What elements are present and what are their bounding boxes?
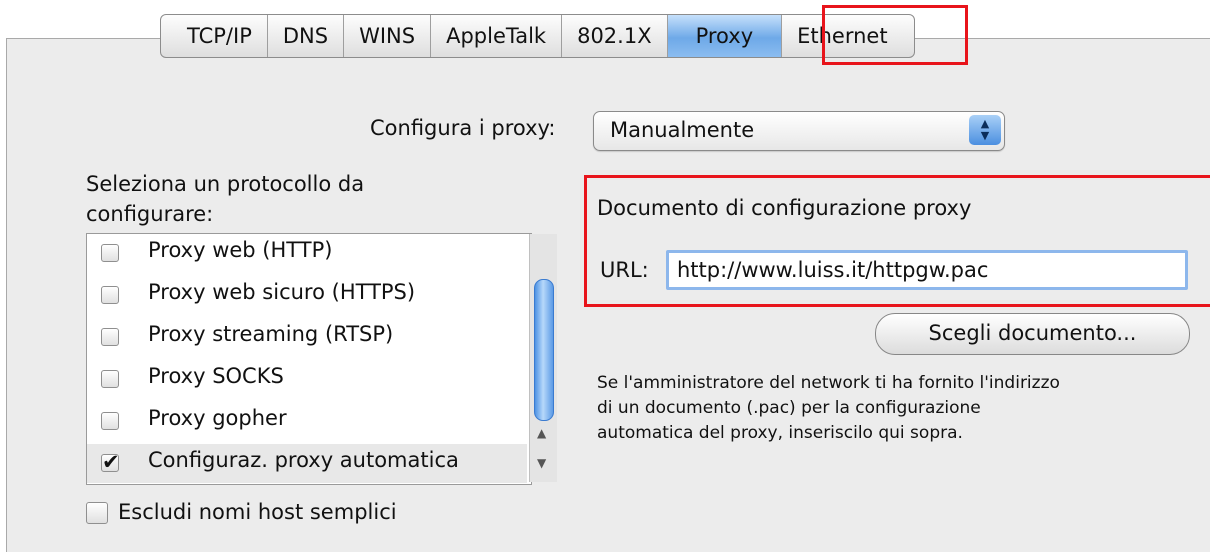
protocol-label: Proxy SOCKS (148, 364, 284, 388)
tab-dns[interactable]: DNS (266, 15, 343, 57)
protocol-list-scrollbar[interactable]: ▲ ▼ (529, 234, 557, 482)
protocol-label: Proxy web sicuro (HTTPS) (148, 280, 416, 304)
protocol-item-socks[interactable]: Proxy SOCKS (87, 360, 527, 399)
protocol-label: Proxy web (HTTP) (148, 238, 333, 262)
updown-arrows-icon: ▲ ▼ (969, 115, 1001, 145)
checkbox[interactable] (101, 328, 119, 346)
tab-tcpip[interactable]: TCP/IP (161, 15, 267, 57)
url-label: URL: (600, 258, 649, 282)
checkbox-checked[interactable]: ✔ (101, 452, 120, 473)
protocol-label: Proxy gopher (148, 406, 287, 430)
help-text-line: Se l'amministratore del network ti ha fo… (597, 373, 1060, 393)
configure-proxies-value: Manualmente (610, 118, 755, 142)
protocol-item-rtsp[interactable]: Proxy streaming (RTSP) (87, 318, 527, 357)
checkbox[interactable] (101, 244, 119, 262)
tab-appletalk[interactable]: AppleTalk (430, 15, 561, 57)
configure-proxies-label: Configura i proxy: (370, 116, 556, 140)
protocol-item-http[interactable]: Proxy web (HTTP) (87, 234, 527, 273)
protocol-heading-line1: Seleziona un protocollo da (86, 172, 365, 196)
protocol-heading-line2: configurare: (86, 202, 214, 226)
protocol-item-https[interactable]: Proxy web sicuro (HTTPS) (87, 276, 527, 315)
tab-8021x[interactable]: 802.1X (561, 15, 667, 57)
exclude-simple-hostnames-label: Escludi nomi host semplici (118, 500, 397, 524)
scroll-up-arrow-icon[interactable]: ▲ (537, 426, 546, 440)
scroll-down-arrow-icon[interactable]: ▼ (537, 456, 546, 470)
checkbox[interactable] (101, 412, 119, 430)
scroll-thumb[interactable] (534, 279, 554, 421)
choose-document-button[interactable]: Scegli documento... (875, 313, 1190, 355)
protocol-item-auto-config[interactable]: ✔ Configuraz. proxy automatica (87, 444, 527, 483)
url-input[interactable] (666, 250, 1188, 290)
protocol-list[interactable]: Proxy web (HTTP) Proxy web sicuro (HTTPS… (86, 233, 532, 485)
protocol-item-gopher[interactable]: Proxy gopher (87, 402, 527, 441)
checkbox[interactable] (101, 286, 119, 304)
tab-ethernet[interactable]: Ethernet (781, 15, 913, 57)
checkbox[interactable] (101, 370, 119, 388)
pac-section-title: Documento di configurazione proxy (597, 196, 972, 220)
help-text-line: di un documento (.pac) per la configuraz… (597, 398, 981, 418)
tab-wins[interactable]: WINS (343, 15, 430, 57)
tab-proxy[interactable]: Proxy (666, 15, 782, 57)
protocol-label: Configuraz. proxy automatica (148, 448, 459, 472)
protocol-label: Proxy streaming (RTSP) (148, 322, 394, 346)
help-text: Se l'amministratore del network ti ha fo… (597, 371, 1207, 446)
exclude-simple-hostnames-checkbox[interactable] (86, 502, 108, 524)
tab-bar: TCP/IP DNS WINS AppleTalk 802.1X Proxy E… (160, 14, 915, 58)
help-text-line: automatica del proxy, inseriscilo qui so… (597, 423, 963, 443)
configure-proxies-popup[interactable]: Manualmente ▲ ▼ (593, 111, 1005, 151)
